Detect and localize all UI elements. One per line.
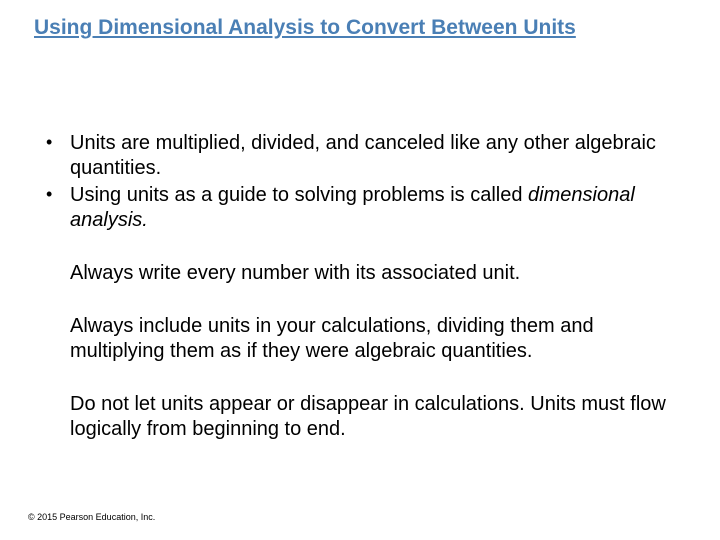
slide-content: Units are multiplied, divided, and cance… [28, 131, 692, 442]
bullet-text: Units are multiplied, divided, and cance… [70, 132, 656, 179]
copyright-notice: © 2015 Pearson Education, Inc. [28, 512, 155, 522]
paragraph: Do not let units appear or disappear in … [28, 392, 692, 442]
slide-title: Using Dimensional Analysis to Convert Be… [28, 14, 692, 41]
paragraph: Always write every number with its assoc… [28, 261, 692, 286]
paragraph: Always include units in your calculation… [28, 314, 692, 364]
bullet-item: Using units as a guide to solving proble… [28, 183, 692, 233]
bullet-list: Units are multiplied, divided, and cance… [28, 131, 692, 233]
bullet-item: Units are multiplied, divided, and cance… [28, 131, 692, 181]
bullet-text: Using units as a guide to solving proble… [70, 184, 528, 206]
